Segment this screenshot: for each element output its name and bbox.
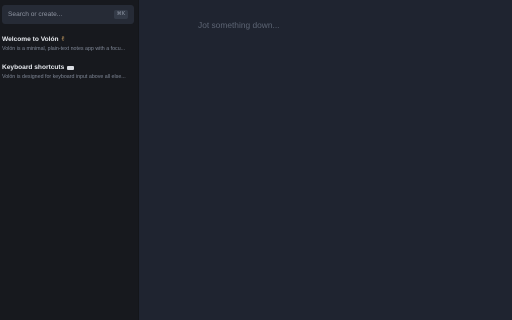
note-preview: Volón is a minimal, plain-text notes app… xyxy=(2,46,126,52)
note-item-keyboard-shortcuts[interactable]: Keyboard shortcuts Volón is designed for… xyxy=(2,63,134,81)
search-box[interactable]: ⌘K xyxy=(2,5,134,24)
note-title: Welcome to Volón xyxy=(2,36,59,43)
note-title: Keyboard shortcuts xyxy=(2,64,65,71)
note-preview: Volón is designed for keyboard input abo… xyxy=(2,74,126,80)
search-shortcut-badge: ⌘K xyxy=(113,10,128,19)
editor-placeholder[interactable]: Jot something down... xyxy=(198,20,279,30)
victory-hand-icon: ✌ xyxy=(60,35,66,43)
app-window: ⌘K Welcome to Volón ✌ Volón is a minimal… xyxy=(0,0,512,320)
notes-list: Welcome to Volón ✌ Volón is a minimal, p… xyxy=(2,35,134,81)
note-title-row: Welcome to Volón ✌ xyxy=(2,35,134,44)
note-item-welcome[interactable]: Welcome to Volón ✌ Volón is a minimal, p… xyxy=(2,35,134,53)
note-title-row: Keyboard shortcuts xyxy=(2,63,134,72)
sidebar: ⌘K Welcome to Volón ✌ Volón is a minimal… xyxy=(0,0,139,320)
keyboard-icon xyxy=(67,65,75,70)
editor-pane[interactable]: Jot something down... xyxy=(139,0,512,320)
search-input[interactable] xyxy=(8,11,114,18)
